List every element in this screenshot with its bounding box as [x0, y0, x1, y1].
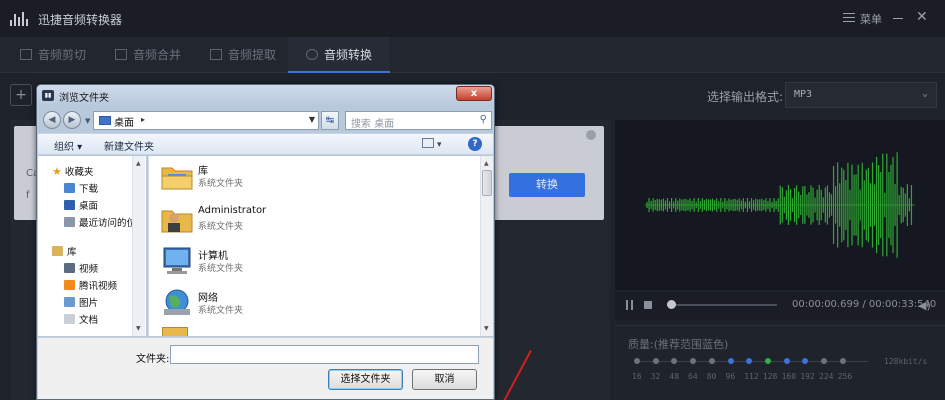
folder-label: 文件夹: — [136, 354, 170, 365]
select-folder-button[interactable]: 选择文件夹 — [328, 369, 403, 390]
star-icon: ★ — [52, 165, 62, 178]
quality-option-label: 32 — [650, 372, 661, 381]
quality-option[interactable] — [821, 358, 827, 364]
quality-option-label: 48 — [669, 372, 680, 381]
entry-type: 系统文件夹 — [198, 306, 244, 316]
entry-type: 系统文件夹 — [198, 222, 244, 232]
computer-icon — [163, 247, 191, 274]
scroll-down-icon[interactable]: ▼ — [136, 325, 141, 332]
tree-item[interactable]: 库 — [52, 244, 77, 258]
extract-icon — [210, 49, 222, 60]
quality-option[interactable] — [783, 358, 790, 364]
quality-option-label: 224 — [819, 372, 834, 381]
entry-name: 网络 — [198, 293, 218, 304]
entry-name: 计算机 — [198, 251, 228, 262]
add-file-button[interactable]: + — [10, 84, 32, 106]
scroll-up-icon[interactable]: ▲ — [136, 160, 141, 167]
waveform-preview — [615, 120, 945, 290]
library-icon — [52, 246, 63, 256]
quality-option[interactable] — [764, 358, 771, 364]
quality-option-label: 256 — [837, 372, 853, 381]
seek-bar[interactable] — [667, 304, 777, 306]
scroll-up-icon[interactable]: ▲ — [484, 160, 489, 167]
close-icon[interactable]: ✕ — [916, 9, 928, 25]
tree-item[interactable]: ★ 收藏夹 — [52, 164, 93, 178]
tab-audio-merge[interactable]: 音频合并 — [115, 37, 181, 73]
tree-scrollbar[interactable]: ▲ ▼ — [132, 156, 145, 336]
video-icon — [64, 263, 75, 273]
folder-input[interactable] — [170, 345, 479, 364]
entry-type: 系统文件夹 — [198, 179, 244, 189]
tab-audio-cut[interactable]: 音频剪切 — [20, 37, 86, 73]
entry-name: Administrator — [198, 205, 267, 216]
tree-item[interactable]: 最近访问的位 — [64, 215, 136, 229]
quality-option[interactable] — [839, 358, 846, 364]
app-logo-icon — [10, 12, 30, 26]
convert-icon — [306, 49, 318, 60]
convert-button[interactable]: 转换 — [509, 173, 585, 197]
tree-item[interactable]: 视频 — [64, 261, 98, 275]
network-icon — [164, 289, 190, 315]
user-folder-icon — [161, 210, 193, 233]
menu-button[interactable]: 菜单 — [860, 11, 882, 27]
quality-option-label: 160 — [781, 372, 797, 381]
tree-item[interactable]: 图片 — [64, 295, 98, 309]
download-folder-icon — [64, 183, 75, 193]
output-format-label: 选择输出格式: — [707, 90, 784, 104]
cancel-button[interactable]: 取消 — [412, 369, 477, 390]
picture-icon — [64, 297, 75, 307]
partial-folder-icon — [162, 327, 188, 336]
tree-item[interactable]: 下载 — [64, 181, 98, 195]
quality-option-label: 64 — [688, 372, 698, 381]
remove-file-icon[interactable] — [586, 130, 596, 140]
quality-option-label: 96 — [725, 372, 736, 381]
stop-icon[interactable] — [644, 301, 652, 309]
tree-item[interactable]: 桌面 — [64, 198, 98, 212]
output-format-select[interactable]: MP3 ⌄ — [785, 82, 937, 108]
app-title: 迅捷音频转换器 — [38, 13, 123, 27]
quality-option-label: 16 — [632, 372, 642, 381]
title-bar: 迅捷音频转换器 菜单 ✕ — [0, 0, 945, 37]
tencent-video-icon — [64, 280, 75, 290]
list-scrollbar[interactable]: ▲ ▼ — [480, 156, 493, 336]
quality-option[interactable] — [708, 358, 715, 364]
minimize-icon[interactable] — [893, 18, 903, 19]
tab-bar: 音频剪切 音频合并 音频提取 音频转换 — [0, 37, 945, 73]
document-icon — [64, 314, 75, 324]
quality-label: 质量:(推荐范围蓝色) — [628, 338, 729, 351]
quality-option-label: 112 — [744, 372, 759, 381]
scissors-icon — [20, 49, 32, 60]
desktop-icon — [64, 200, 75, 210]
quality-option-label: 80 — [706, 372, 717, 381]
scroll-down-icon[interactable]: ▼ — [484, 325, 489, 332]
quality-option[interactable] — [727, 358, 734, 364]
library-folder-icon — [161, 167, 193, 190]
quality-option-label: 128 — [762, 372, 778, 381]
volume-icon[interactable]: ◀) — [918, 299, 931, 312]
navigation-tree: ★ 收藏夹下载桌面最近访问的位库视频腾讯视频图片文档 — [38, 156, 146, 336]
scroll-thumb[interactable] — [482, 170, 492, 196]
tab-audio-extract[interactable]: 音频提取 — [210, 37, 276, 73]
entry-name: 库 — [198, 166, 208, 177]
waveform — [645, 152, 915, 258]
menu-icon[interactable] — [843, 13, 855, 23]
play-time: 00:00:00.699 / 00:00:33:540 — [792, 299, 937, 310]
chevron-down-icon: ⌄ — [921, 88, 928, 99]
quality-option-label: 192 — [800, 372, 815, 381]
tree-item[interactable]: 文档 — [64, 312, 98, 326]
tab-audio-convert[interactable]: 音频转换 — [288, 37, 391, 73]
file-info-line2: f — [26, 190, 30, 201]
recent-icon — [64, 217, 75, 227]
merge-icon — [115, 49, 127, 60]
tree-item[interactable]: 腾讯视频 — [64, 278, 117, 292]
pause-icon[interactable] — [626, 300, 634, 310]
quality-value: 128kbit/s — [884, 357, 928, 366]
quality-option[interactable] — [634, 358, 640, 364]
entry-type: 系统文件夹 — [198, 264, 244, 274]
quality-option[interactable] — [652, 358, 659, 364]
